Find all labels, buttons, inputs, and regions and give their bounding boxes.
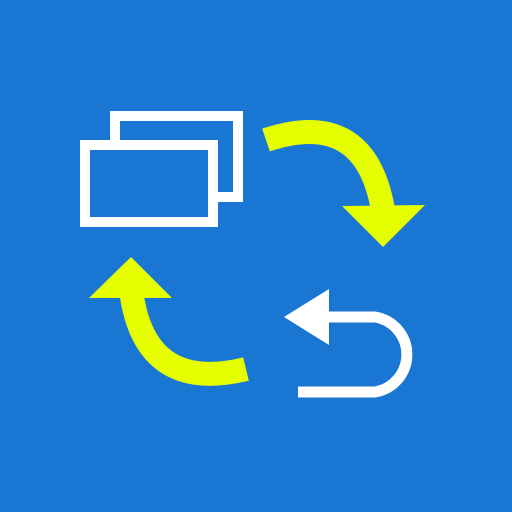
app-icon bbox=[0, 0, 512, 512]
app-icon-svg bbox=[0, 0, 512, 512]
front-window-mask bbox=[85, 145, 213, 222]
icon-background bbox=[0, 0, 512, 512]
